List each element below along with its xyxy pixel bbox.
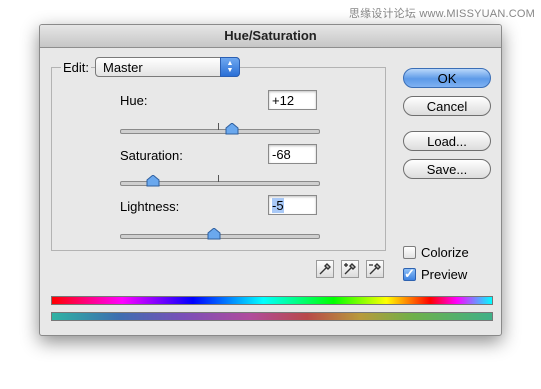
eyedropper-icon[interactable]: [316, 260, 334, 278]
colorize-label: Colorize: [421, 245, 469, 260]
eyedropper-minus-icon[interactable]: [366, 260, 384, 278]
edit-select[interactable]: Master ▲ ▼: [95, 57, 240, 77]
eyedropper-plus-icon[interactable]: [341, 260, 359, 278]
ok-button[interactable]: OK: [403, 68, 491, 88]
watermark-text: 思缘设计论坛 www.MISSYUAN.COM: [348, 8, 535, 20]
input-hue-bar: [51, 296, 493, 305]
lightness-label: Lightness:: [120, 199, 180, 214]
saturation-slider-track[interactable]: [120, 175, 320, 187]
preview-checkbox[interactable]: [403, 266, 416, 282]
lightness-slider-track[interactable]: [120, 228, 320, 240]
lightness-value: -5: [272, 198, 284, 213]
select-arrows-icon: ▲ ▼: [220, 57, 240, 77]
load-button[interactable]: Load...: [403, 131, 491, 151]
edit-select-value: Master: [103, 60, 143, 75]
settings-group: [51, 67, 386, 251]
output-hue-bar: [51, 312, 493, 321]
hue-saturation-dialog: Hue/Saturation Edit: Master ▲ ▼ Hue: +12 …: [39, 24, 502, 336]
saturation-label: Saturation:: [120, 148, 183, 163]
saturation-field[interactable]: -68: [268, 144, 317, 164]
preview-label: Preview: [421, 267, 468, 282]
edit-label: Edit:: [61, 60, 92, 76]
colorize-checkbox[interactable]: [403, 246, 416, 259]
lightness-field[interactable]: -5: [268, 195, 317, 215]
hue-center-tick: [218, 123, 219, 130]
hue-field[interactable]: +12: [268, 90, 317, 110]
dialog-title: Hue/Saturation: [40, 25, 501, 48]
saturation-center-tick: [218, 175, 219, 182]
cancel-button[interactable]: Cancel: [403, 96, 491, 116]
hue-slider-track[interactable]: [120, 123, 320, 135]
hue-label: Hue:: [120, 93, 148, 108]
save-button[interactable]: Save...: [403, 159, 491, 179]
